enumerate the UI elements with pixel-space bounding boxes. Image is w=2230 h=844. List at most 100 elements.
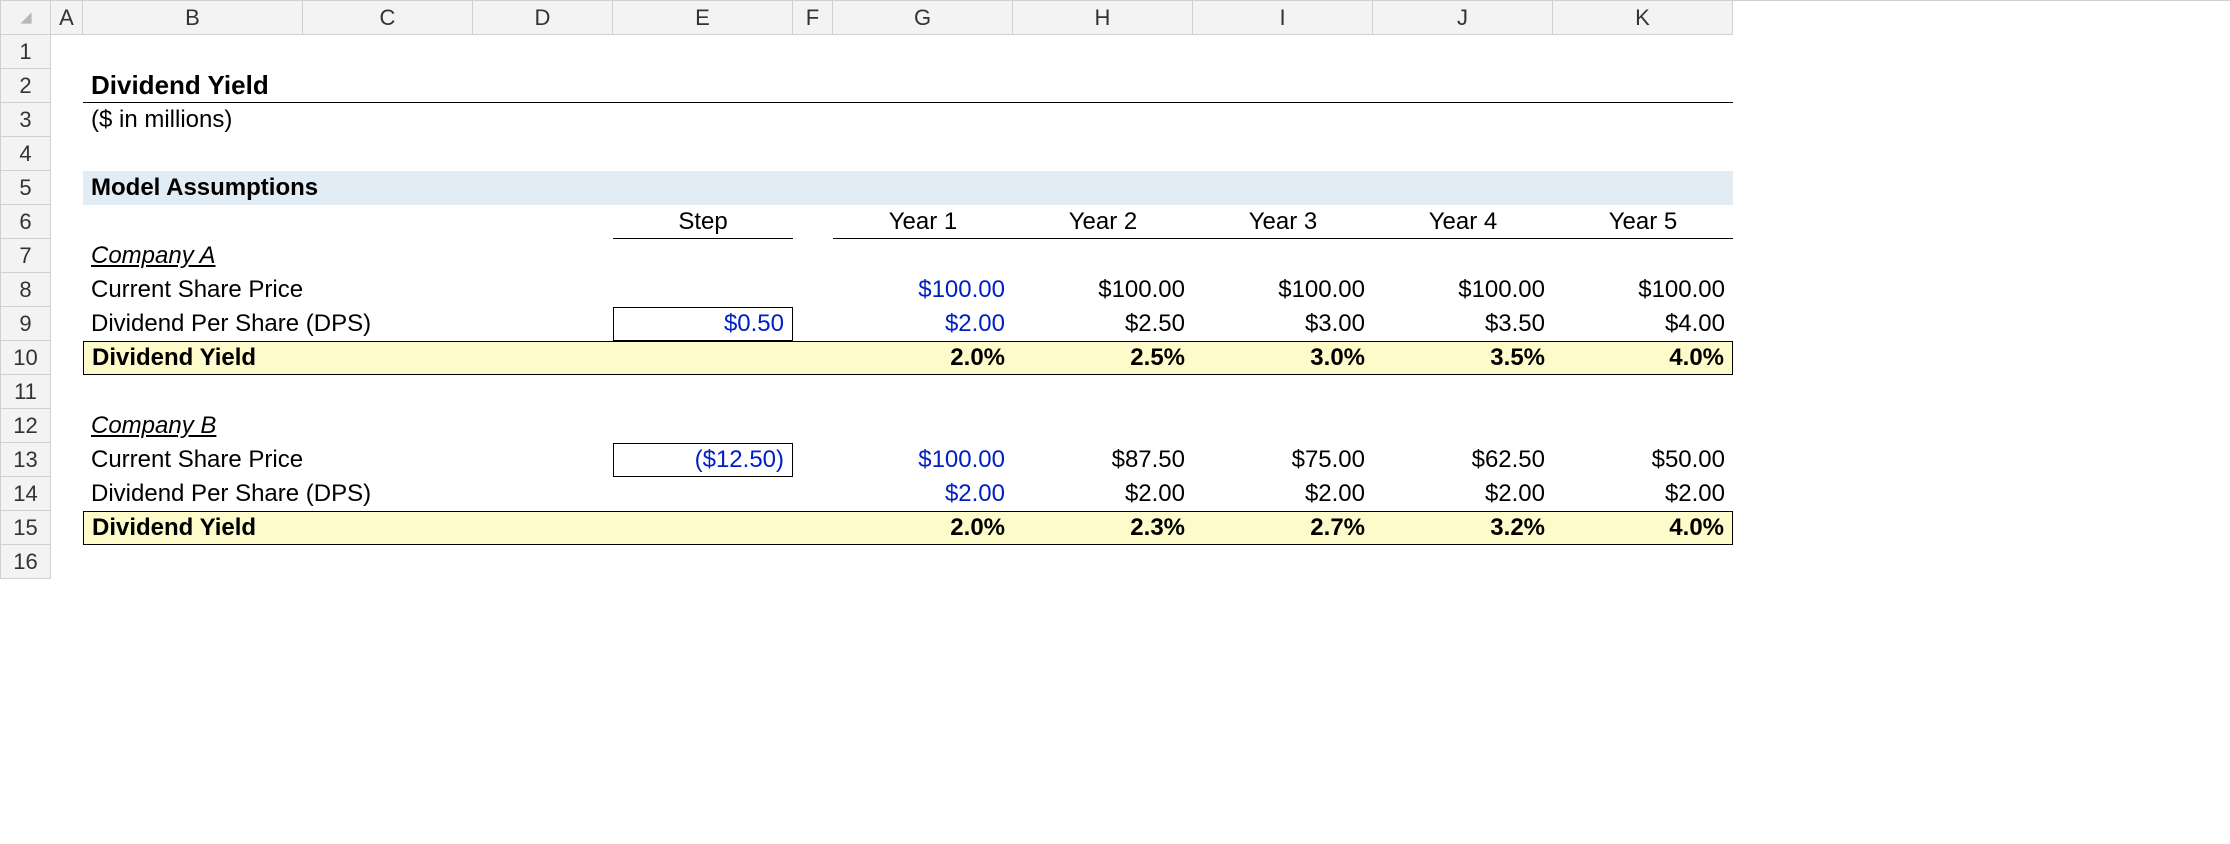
cell-D6[interactable]	[473, 205, 613, 239]
cell-F1[interactable]	[793, 35, 833, 69]
cell-F12[interactable]	[793, 409, 833, 443]
cell-row4[interactable]	[83, 137, 1733, 171]
b-dps-y2[interactable]: $2.00	[1013, 477, 1193, 511]
a-dps-y5[interactable]: $4.00	[1553, 307, 1733, 341]
page-subtitle[interactable]: ($ in millions)	[83, 103, 1733, 137]
col-header-K[interactable]: K	[1553, 1, 1733, 35]
col-header-A[interactable]: A	[51, 1, 83, 35]
cell-H7[interactable]	[1013, 239, 1193, 273]
cell-A6[interactable]	[51, 205, 83, 239]
a-dy-y2[interactable]: 2.5%	[1013, 341, 1193, 375]
a-csp-y5[interactable]: $100.00	[1553, 273, 1733, 307]
cell-I12[interactable]	[1193, 409, 1373, 443]
row-header-3[interactable]: 3	[1, 103, 51, 137]
year-header-4[interactable]: Year 4	[1373, 205, 1553, 239]
year-header-5[interactable]: Year 5	[1553, 205, 1733, 239]
year-header-1[interactable]: Year 1	[833, 205, 1013, 239]
row-header-8[interactable]: 8	[1, 273, 51, 307]
row-header-16[interactable]: 16	[1, 545, 51, 579]
cell-row11[interactable]	[83, 375, 1733, 409]
cell-D1[interactable]	[473, 35, 613, 69]
cell-J7[interactable]	[1373, 239, 1553, 273]
a-dy-y5[interactable]: 4.0%	[1553, 341, 1733, 375]
row-header-10[interactable]: 10	[1, 341, 51, 375]
row-header-15[interactable]: 15	[1, 511, 51, 545]
cell-I1[interactable]	[1193, 35, 1373, 69]
cell-F14[interactable]	[793, 477, 833, 511]
cell-F6[interactable]	[793, 205, 833, 239]
b-step[interactable]: ($12.50)	[613, 443, 793, 477]
cell-A16[interactable]	[51, 545, 83, 579]
row-header-14[interactable]: 14	[1, 477, 51, 511]
section-header[interactable]: Model Assumptions	[83, 171, 1733, 205]
b-csp-y1[interactable]: $100.00	[833, 443, 1013, 477]
a-dy-y3[interactable]: 3.0%	[1193, 341, 1373, 375]
a-csp-y2[interactable]: $100.00	[1013, 273, 1193, 307]
cell-F13[interactable]	[793, 443, 833, 477]
a-csp-y4[interactable]: $100.00	[1373, 273, 1553, 307]
a-csp-y1[interactable]: $100.00	[833, 273, 1013, 307]
cell-A8[interactable]	[51, 273, 83, 307]
cell-E7[interactable]	[613, 239, 793, 273]
cell-E8[interactable]	[613, 273, 793, 307]
col-header-G[interactable]: G	[833, 1, 1013, 35]
cell-A9[interactable]	[51, 307, 83, 341]
year-header-3[interactable]: Year 3	[1193, 205, 1373, 239]
row-header-2[interactable]: 2	[1, 69, 51, 103]
b-dps-y5[interactable]: $2.00	[1553, 477, 1733, 511]
col-header-E[interactable]: E	[613, 1, 793, 35]
page-title[interactable]: Dividend Yield	[83, 69, 1733, 103]
row-header-6[interactable]: 6	[1, 205, 51, 239]
cell-E12[interactable]	[613, 409, 793, 443]
b-dps-y3[interactable]: $2.00	[1193, 477, 1373, 511]
cell-A11[interactable]	[51, 375, 83, 409]
b-csp-y3[interactable]: $75.00	[1193, 443, 1373, 477]
row-header-1[interactable]: 1	[1, 35, 51, 69]
cell-A3[interactable]	[51, 103, 83, 137]
row-header-11[interactable]: 11	[1, 375, 51, 409]
cell-C6[interactable]	[303, 205, 473, 239]
a-dps-y1[interactable]: $2.00	[833, 307, 1013, 341]
cell-B1[interactable]	[83, 35, 303, 69]
cell-G12[interactable]	[833, 409, 1013, 443]
cell-A15[interactable]	[51, 511, 83, 545]
cell-E14[interactable]	[613, 477, 793, 511]
cell-E15[interactable]	[613, 511, 793, 545]
cell-A14[interactable]	[51, 477, 83, 511]
a-dy-y1[interactable]: 2.0%	[833, 341, 1013, 375]
col-header-B[interactable]: B	[83, 1, 303, 35]
cell-A13[interactable]	[51, 443, 83, 477]
cell-J12[interactable]	[1373, 409, 1553, 443]
step-header[interactable]: Step	[613, 205, 793, 239]
b-dps-y1[interactable]: $2.00	[833, 477, 1013, 511]
b-csp-y4[interactable]: $62.50	[1373, 443, 1553, 477]
b-csp-y5[interactable]: $50.00	[1553, 443, 1733, 477]
a-csp-y3[interactable]: $100.00	[1193, 273, 1373, 307]
b-csp-y2[interactable]: $87.50	[1013, 443, 1193, 477]
cell-F9[interactable]	[793, 307, 833, 341]
cell-F10[interactable]	[793, 341, 833, 375]
a-step[interactable]: $0.50	[613, 307, 793, 341]
col-header-H[interactable]: H	[1013, 1, 1193, 35]
cell-I7[interactable]	[1193, 239, 1373, 273]
label-b-dps[interactable]: Dividend Per Share (DPS)	[83, 477, 613, 511]
cell-A10[interactable]	[51, 341, 83, 375]
col-header-I[interactable]: I	[1193, 1, 1373, 35]
cell-E10[interactable]	[613, 341, 793, 375]
cell-H12[interactable]	[1013, 409, 1193, 443]
label-company-a[interactable]: Company A	[83, 239, 613, 273]
b-dy-y4[interactable]: 3.2%	[1373, 511, 1553, 545]
label-a-dy[interactable]: Dividend Yield	[83, 341, 613, 375]
cell-B6[interactable]	[83, 205, 303, 239]
b-dy-y1[interactable]: 2.0%	[833, 511, 1013, 545]
cell-F8[interactable]	[793, 273, 833, 307]
year-header-2[interactable]: Year 2	[1013, 205, 1193, 239]
a-dy-y4[interactable]: 3.5%	[1373, 341, 1553, 375]
spreadsheet-grid[interactable]: A B C D E F G H I J K 1 2 Dividend Yield…	[0, 0, 2230, 579]
cell-row16[interactable]	[83, 545, 1733, 579]
cell-H1[interactable]	[1013, 35, 1193, 69]
a-dps-y2[interactable]: $2.50	[1013, 307, 1193, 341]
b-dy-y5[interactable]: 4.0%	[1553, 511, 1733, 545]
col-header-J[interactable]: J	[1373, 1, 1553, 35]
cell-F7[interactable]	[793, 239, 833, 273]
